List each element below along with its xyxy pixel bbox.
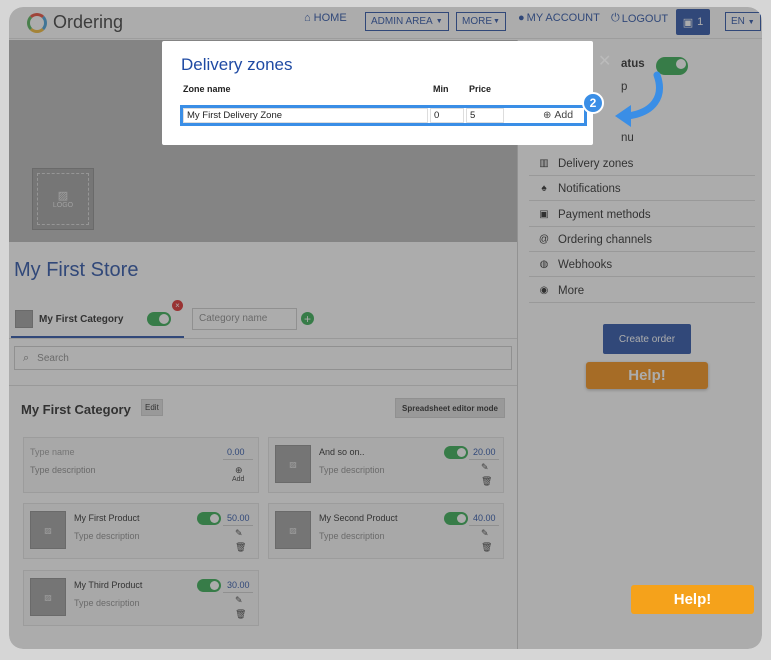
close-icon[interactable]: ✕ — [598, 51, 611, 71]
zone-min-input[interactable]: 0 — [430, 108, 464, 123]
zone-price-input[interactable]: 5 — [466, 108, 504, 123]
column-header-min: Min — [433, 84, 449, 94]
pointer-arrow-icon — [615, 71, 663, 127]
app-window: Ordering ⌂ HOME ADMIN AREA ▼ MORE ▼ ● MY… — [9, 7, 762, 649]
step-badge: 2 — [582, 92, 604, 114]
new-zone-row: My First Delivery Zone 0 5 ⊕ Add — [180, 105, 587, 126]
delivery-zones-modal: Delivery zones ✕ Zone name Min Price My … — [162, 41, 611, 145]
column-header-price: Price — [469, 84, 492, 94]
floating-help-button[interactable]: Help! — [631, 585, 754, 614]
add-zone-button[interactable]: ⊕ Add — [543, 109, 573, 121]
zone-name-input[interactable]: My First Delivery Zone — [183, 108, 428, 123]
plus-circle-icon: ⊕ — [543, 109, 552, 121]
modal-title: Delivery zones — [181, 55, 293, 74]
column-header-zone: Zone name — [183, 84, 231, 94]
add-zone-label: Add — [554, 109, 574, 121]
